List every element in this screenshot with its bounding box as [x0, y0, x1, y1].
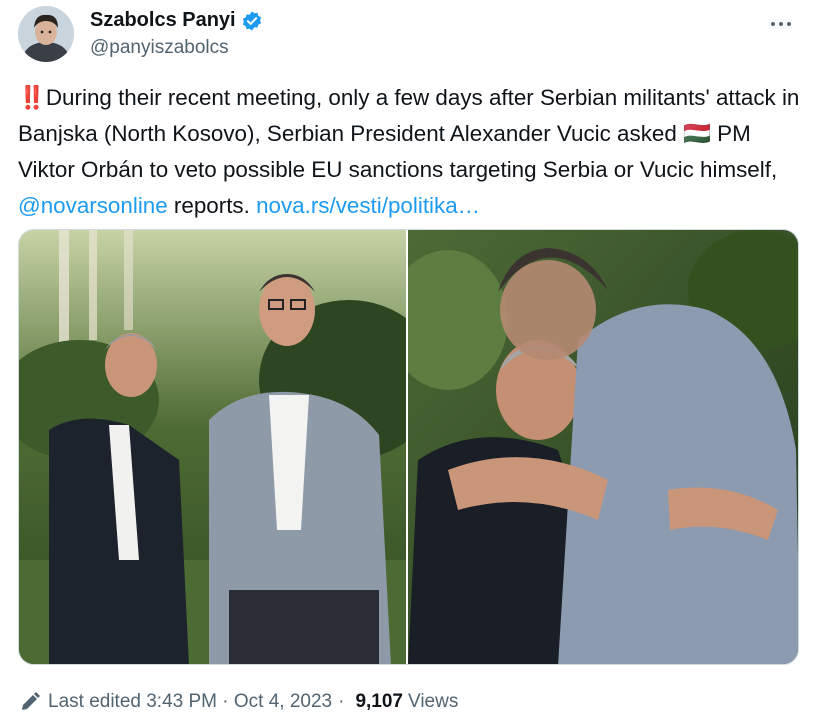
article-link[interactable]: nova.rs/vesti/politika…	[256, 193, 480, 218]
avatar[interactable]	[18, 6, 74, 62]
tweet-text-part3: reports.	[167, 193, 257, 218]
photo-standing[interactable]	[19, 230, 406, 664]
views-label: Views	[407, 691, 459, 712]
verified-badge-icon	[241, 10, 263, 32]
name-row: Szabolcs Panyi	[90, 9, 263, 32]
tweet-header: Szabolcs Panyi @panyiszabolcs	[18, 6, 808, 64]
views-count: 9,107	[355, 691, 403, 712]
mention-link[interactable]: @novarsonline	[18, 193, 168, 218]
photo-embrace[interactable]	[407, 230, 798, 664]
tweet-meta: Last edited 3:43 PM · Oct 4, 2023 · 9,10…	[18, 688, 458, 716]
last-edited-label[interactable]: Last edited 3:43 PM · Oct 4, 2023	[48, 691, 332, 713]
edit-pencil-icon	[18, 690, 42, 714]
tweet-text: ‼️During their recent meeting, only a fe…	[18, 80, 808, 224]
meta-separator: ·	[338, 691, 345, 712]
handle[interactable]: @panyiszabolcs	[90, 37, 229, 59]
avatar-photo	[18, 6, 74, 62]
display-name[interactable]: Szabolcs Panyi	[90, 9, 236, 32]
double-exclamation-emoji: ‼️	[18, 85, 46, 110]
media-grid	[18, 229, 799, 665]
hungary-flag-emoji: 🇭🇺	[683, 121, 711, 146]
more-options-icon[interactable]	[766, 12, 796, 36]
